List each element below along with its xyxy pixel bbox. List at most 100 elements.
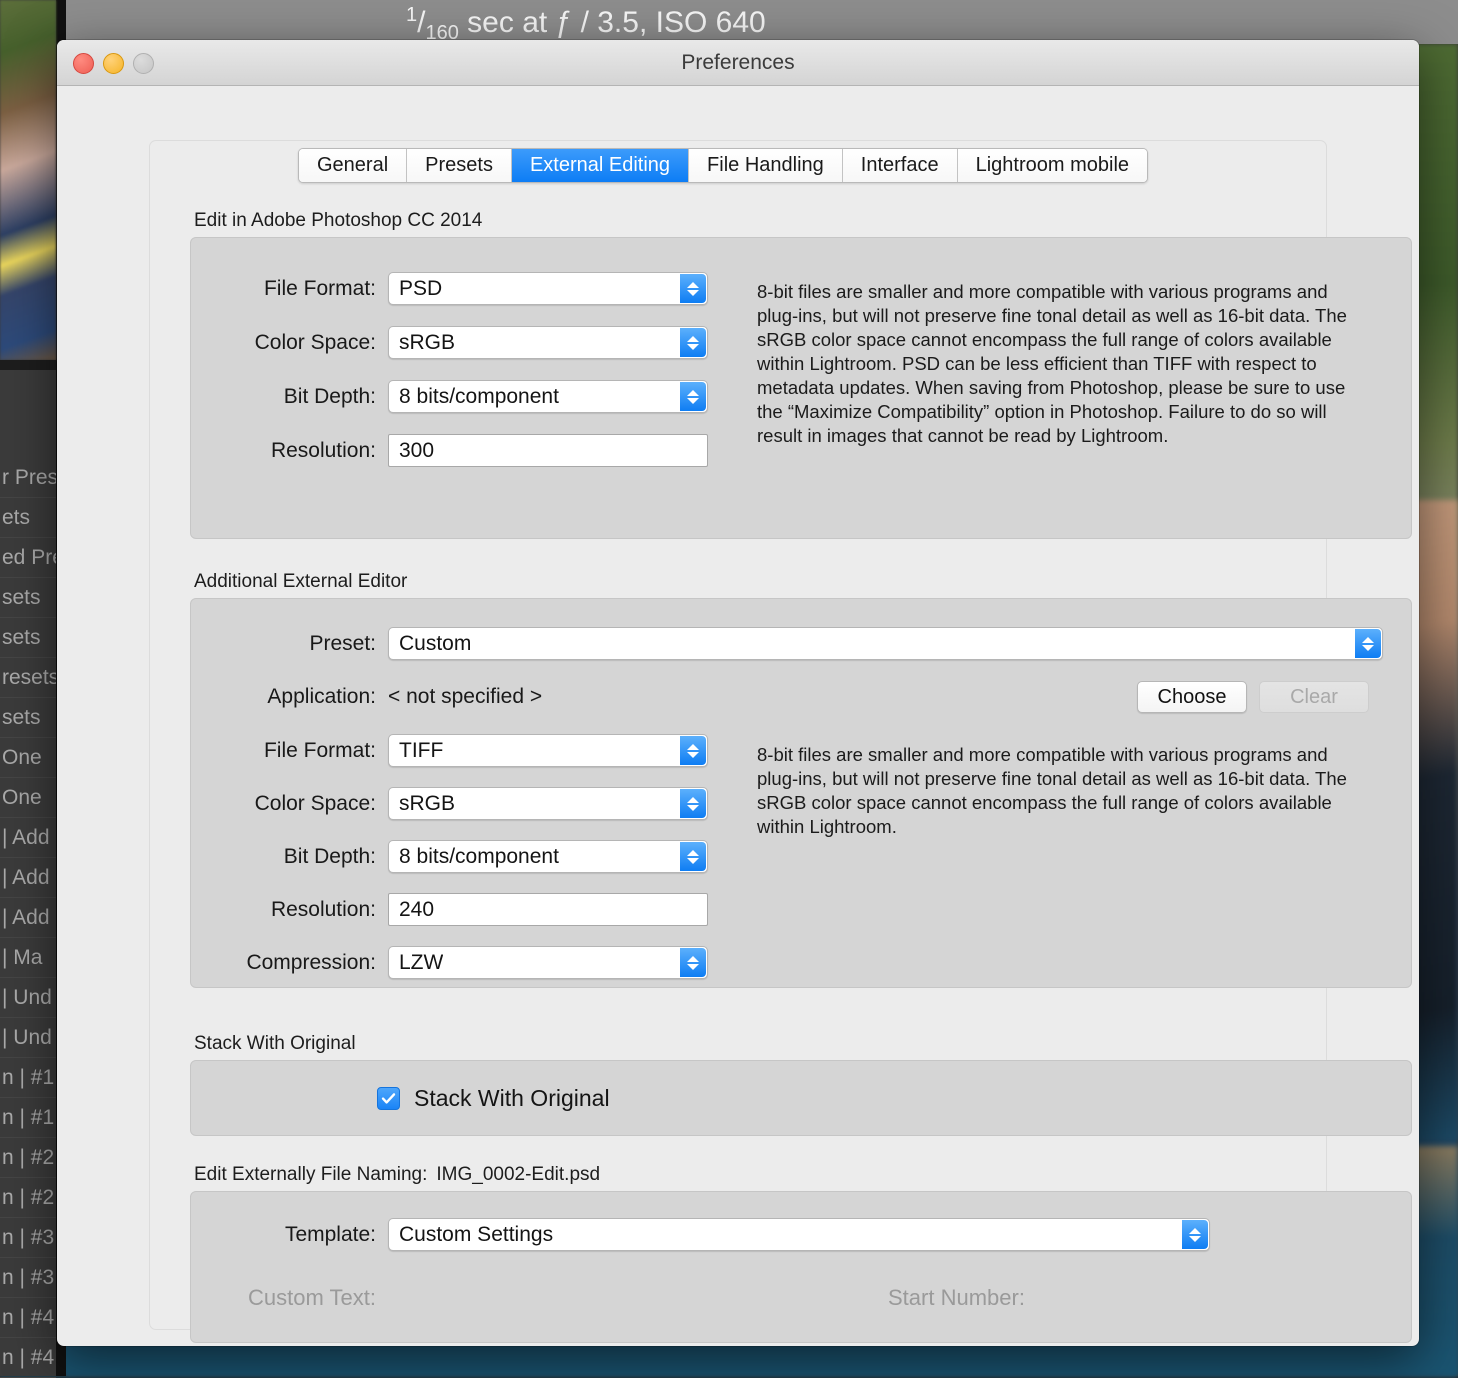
chevron-updown-icon[interactable] [680,736,706,765]
additional-file-format-label: File Format: [191,739,376,763]
additional-file-format-select[interactable]: TIFF [388,734,708,767]
custom-text-label: Custom Text: [191,1285,376,1311]
primary-bit-depth-select[interactable]: 8 bits/component [388,380,708,413]
additional-editor-section: Additional External Editor Preset: Custo… [190,571,1412,988]
list-item[interactable]: n | #3 [0,1258,56,1298]
preset-row: Preset: Custom [191,627,1411,660]
chevron-updown-icon[interactable] [1182,1220,1208,1249]
chevron-updown-icon[interactable] [680,328,706,357]
additional-editor-panel: Preset: Custom Application: < not specif… [190,598,1412,988]
list-item[interactable]: | Und [0,1018,56,1058]
list-item[interactable]: n | #1 [0,1058,56,1098]
primary-color-space-value: sRGB [389,331,455,355]
template-label: Template: [191,1223,376,1247]
tab-general[interactable]: General [299,149,407,182]
list-item[interactable]: ed Pre [0,538,56,578]
list-item[interactable]: sets [0,698,56,738]
list-item[interactable]: | Und [0,978,56,1018]
file-naming-group-label-row: Edit Externally File Naming: IMG_0002-Ed… [194,1164,1412,1186]
primary-color-space-label: Color Space: [191,331,376,355]
template-row: Template: Custom Settings [191,1218,1411,1251]
tab-interface[interactable]: Interface [843,149,958,182]
chevron-updown-icon[interactable] [1355,629,1381,658]
preset-list[interactable]: r Presetsed PresetssetsresetssetsOneOne|… [0,458,56,1376]
additional-compression-label: Compression: [191,951,376,975]
stack-group-label: Stack With Original [194,1033,1412,1055]
additional-color-space-select[interactable]: sRGB [388,787,708,820]
primary-color-space-select[interactable]: sRGB [388,326,708,359]
additional-resolution-input[interactable]: 240 [388,893,708,926]
file-naming-group-label: Edit Externally File Naming: [194,1164,427,1186]
chevron-updown-icon[interactable] [680,789,706,818]
list-item[interactable]: r Pres [0,458,56,498]
additional-editor-group-label: Additional External Editor [194,571,1412,593]
list-item[interactable]: ets [0,498,56,538]
photo-info-bar: 1/160 sec at ƒ / 3.5, ISO 640 [66,0,1458,44]
template-select[interactable]: Custom Settings [388,1218,1210,1251]
clear-button[interactable]: Clear [1259,681,1369,713]
file-naming-section: Edit Externally File Naming: IMG_0002-Ed… [190,1164,1412,1343]
list-item[interactable]: | Add [0,858,56,898]
start-number-label: Start Number: [888,1285,1025,1311]
primary-resolution-label: Resolution: [191,439,376,463]
additional-bit-depth-label: Bit Depth: [191,845,376,869]
tab-file-handling[interactable]: File Handling [689,149,843,182]
tab-external-editing[interactable]: External Editing [512,149,689,182]
primary-resolution-input[interactable]: 300 [388,434,708,467]
chevron-updown-icon[interactable] [680,382,706,411]
list-item[interactable]: sets [0,578,56,618]
primary-editor-panel: File Format: PSD Color Space: sRGB Bit D… [190,237,1412,539]
additional-compression-value: LZW [389,951,443,975]
additional-bit-depth-row: Bit Depth: 8 bits/component [191,840,1411,873]
exposure-rest: sec at ƒ / 3.5, ISO 640 [459,6,766,39]
choose-button[interactable]: Choose [1137,681,1247,713]
tab-presets[interactable]: Presets [407,149,512,182]
list-item[interactable]: | Add [0,818,56,858]
additional-bit-depth-value: 8 bits/component [389,845,559,869]
list-item[interactable]: resets [0,658,56,698]
list-item[interactable]: n | #4 | Light (RAW) [0,1338,56,1378]
list-item[interactable]: | Ma [0,938,56,978]
preset-select[interactable]: Custom [388,627,1383,660]
list-item[interactable]: n | #4 [0,1298,56,1338]
custom-text-row: Custom Text: Start Number: [191,1285,1411,1311]
additional-file-format-value: TIFF [389,739,443,763]
list-item[interactable]: One [0,778,56,818]
additional-color-space-value: sRGB [389,792,455,816]
primary-bit-depth-value: 8 bits/component [389,385,559,409]
primary-bit-depth-label: Bit Depth: [191,385,376,409]
additional-resolution-label: Resolution: [191,898,376,922]
primary-editor-section: Edit in Adobe Photoshop CC 2014 File For… [190,210,1412,539]
file-naming-panel: Template: Custom Settings Custom Text: S… [190,1191,1412,1343]
chevron-updown-icon[interactable] [680,842,706,871]
list-item[interactable]: n | #1 [0,1098,56,1138]
thumbnail-separator [0,360,56,370]
dialog-title: Preferences [57,40,1419,86]
tab-lightroom-mobile[interactable]: Lightroom mobile [958,149,1147,182]
preferences-tab-bar: General Presets External Editing File Ha… [298,148,1148,183]
list-item[interactable]: n | #2 [0,1138,56,1178]
additional-bit-depth-select[interactable]: 8 bits/component [388,840,708,873]
additional-compression-select[interactable]: LZW [388,946,708,979]
application-value: < not specified > [388,685,542,709]
application-label: Application: [191,685,376,709]
chevron-updown-icon[interactable] [680,274,706,303]
primary-file-format-label: File Format: [191,277,376,301]
list-item[interactable]: n | #2 [0,1178,56,1218]
additional-color-space-label: Color Space: [191,792,376,816]
application-row: Application: < not specified > Choose Cl… [191,680,1411,714]
primary-editor-group-label: Edit in Adobe Photoshop CC 2014 [194,210,1412,232]
primary-file-format-select[interactable]: PSD [388,272,708,305]
stack-with-original-checkbox[interactable] [377,1087,400,1110]
list-item[interactable]: n | #3 [0,1218,56,1258]
chevron-updown-icon[interactable] [680,948,706,977]
template-value: Custom Settings [389,1223,553,1247]
exposure-info: 1/160 sec at ƒ / 3.5, ISO 640 [406,4,766,45]
list-item[interactable]: sets [0,618,56,658]
application-buttons: Choose Clear [1137,681,1411,713]
left-panel: r Presetsed PresetssetsresetssetsOneOne|… [0,0,56,1376]
list-item[interactable]: | Add [0,898,56,938]
list-item[interactable]: One [0,738,56,778]
preset-label: Preset: [191,632,376,656]
stack-with-original-label: Stack With Original [414,1085,610,1112]
